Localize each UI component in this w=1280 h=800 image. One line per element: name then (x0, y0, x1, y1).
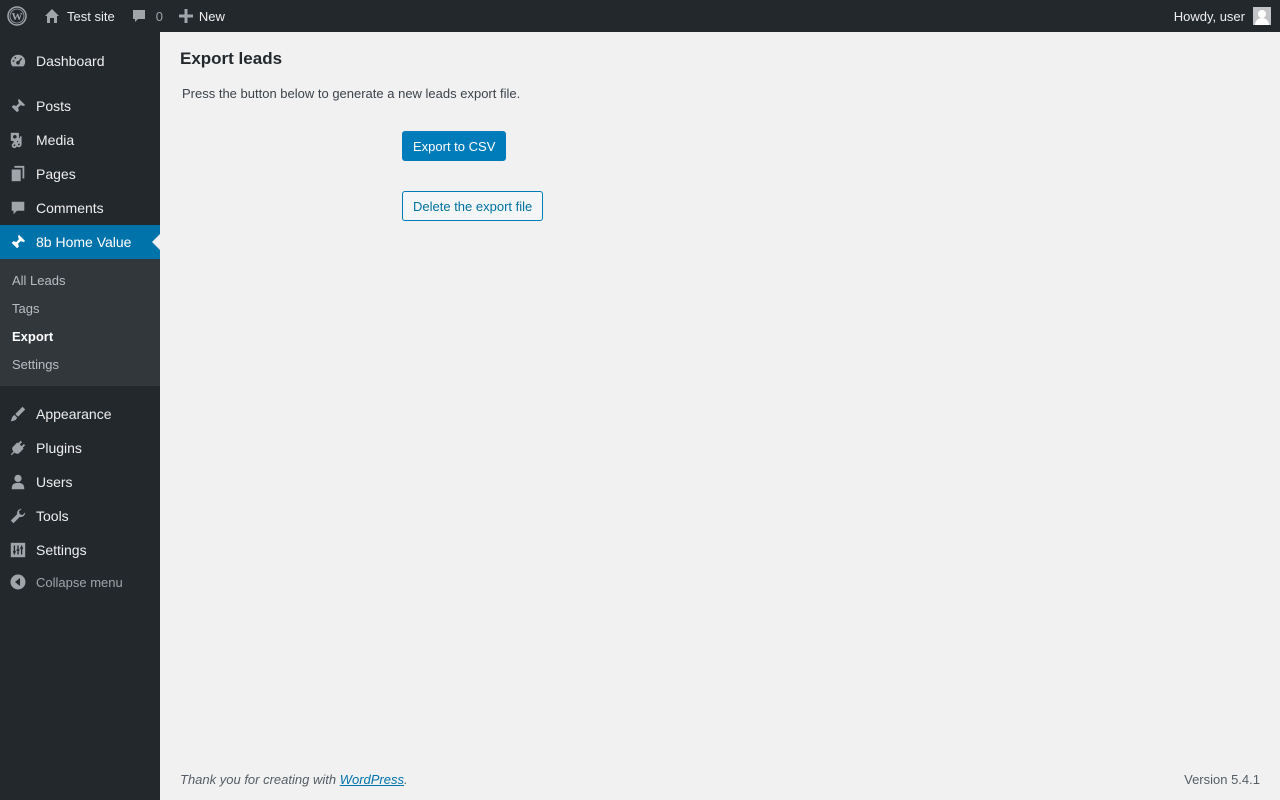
footer-thanks-suffix: . (404, 772, 408, 787)
pages-icon (0, 165, 36, 183)
menu-label: Pages (36, 166, 76, 182)
howdy-label: Howdy, user (1173, 8, 1245, 24)
footer-thanks-prefix: Thank you for creating with (180, 772, 340, 787)
comment-icon (0, 199, 36, 217)
site-name-link[interactable]: Test site (34, 0, 123, 32)
menu-settings[interactable]: Settings (0, 533, 160, 567)
new-content-link[interactable]: New (171, 0, 233, 32)
plus-icon (178, 9, 193, 23)
media-icon (0, 131, 36, 149)
comments-link[interactable]: 0 (123, 0, 171, 32)
menu-posts[interactable]: Posts (0, 89, 160, 123)
collapse-icon (0, 574, 36, 590)
admin-bar: W Test site 0 New Howdy, user (0, 0, 1280, 32)
menu-label: Media (36, 132, 75, 148)
brush-icon (0, 405, 36, 423)
menu-plugins[interactable]: Plugins (0, 431, 160, 465)
menu-dashboard[interactable]: Dashboard (0, 44, 160, 78)
pin-icon (0, 233, 36, 251)
page-title: Export leads (180, 49, 283, 68)
submenu-all-leads[interactable]: All Leads (0, 266, 160, 294)
menu-label: Posts (36, 98, 72, 114)
user-icon (0, 473, 36, 491)
new-label: New (198, 8, 225, 24)
menu-label: Tools (36, 508, 69, 524)
main-content: Export leads Press the button below to g… (160, 32, 1280, 800)
collapse-label: Collapse menu (36, 574, 123, 590)
delete-export-button[interactable]: Delete the export file (402, 191, 544, 221)
menu-8b-home-value[interactable]: 8b Home Value (0, 225, 160, 259)
wordpress-logo-icon[interactable]: W (0, 0, 34, 32)
menu-label: Appearance (36, 406, 112, 422)
my-account-link[interactable]: Howdy, user (1174, 0, 1280, 32)
submenu: All Leads Tags Export Settings (0, 259, 160, 386)
wrench-icon (0, 507, 36, 525)
menu-label: 8b Home Value (36, 234, 132, 250)
avatar (1253, 7, 1271, 25)
comments-count: 0 (155, 8, 163, 24)
menu-label: Users (36, 474, 73, 490)
menu-label: Dashboard (36, 53, 105, 69)
menu-label: Settings (36, 542, 87, 558)
collapse-menu-button[interactable]: Collapse menu (0, 567, 160, 597)
footer-version: Version 5.4.1 (1184, 772, 1260, 787)
comment-icon (131, 8, 147, 24)
admin-sidebar: Dashboard Posts Media Pages Comments 8b … (0, 32, 160, 800)
plug-icon (0, 439, 36, 457)
export-csv-button[interactable]: Export to CSV (402, 131, 507, 161)
menu-pages[interactable]: Pages (0, 157, 160, 191)
svg-text:W: W (12, 11, 23, 23)
wordpress-link[interactable]: WordPress (340, 772, 404, 787)
submenu-settings[interactable]: Settings (0, 350, 160, 378)
menu-label: Plugins (36, 440, 82, 456)
footer-thanks: Thank you for creating with WordPress. (180, 772, 408, 787)
site-name-label: Test site (67, 8, 115, 24)
settings-icon (0, 541, 36, 559)
submenu-tags[interactable]: Tags (0, 294, 160, 322)
dashboard-icon (0, 52, 36, 70)
menu-tools[interactable]: Tools (0, 499, 160, 533)
pin-icon (0, 97, 36, 115)
menu-media[interactable]: Media (0, 123, 160, 157)
page-description: Press the button below to generate a new… (182, 86, 521, 101)
menu-appearance[interactable]: Appearance (0, 397, 160, 431)
menu-comments[interactable]: Comments (0, 191, 160, 225)
menu-label: Comments (36, 200, 104, 216)
menu-users[interactable]: Users (0, 465, 160, 499)
home-icon (44, 8, 60, 24)
submenu-export[interactable]: Export (0, 322, 160, 350)
